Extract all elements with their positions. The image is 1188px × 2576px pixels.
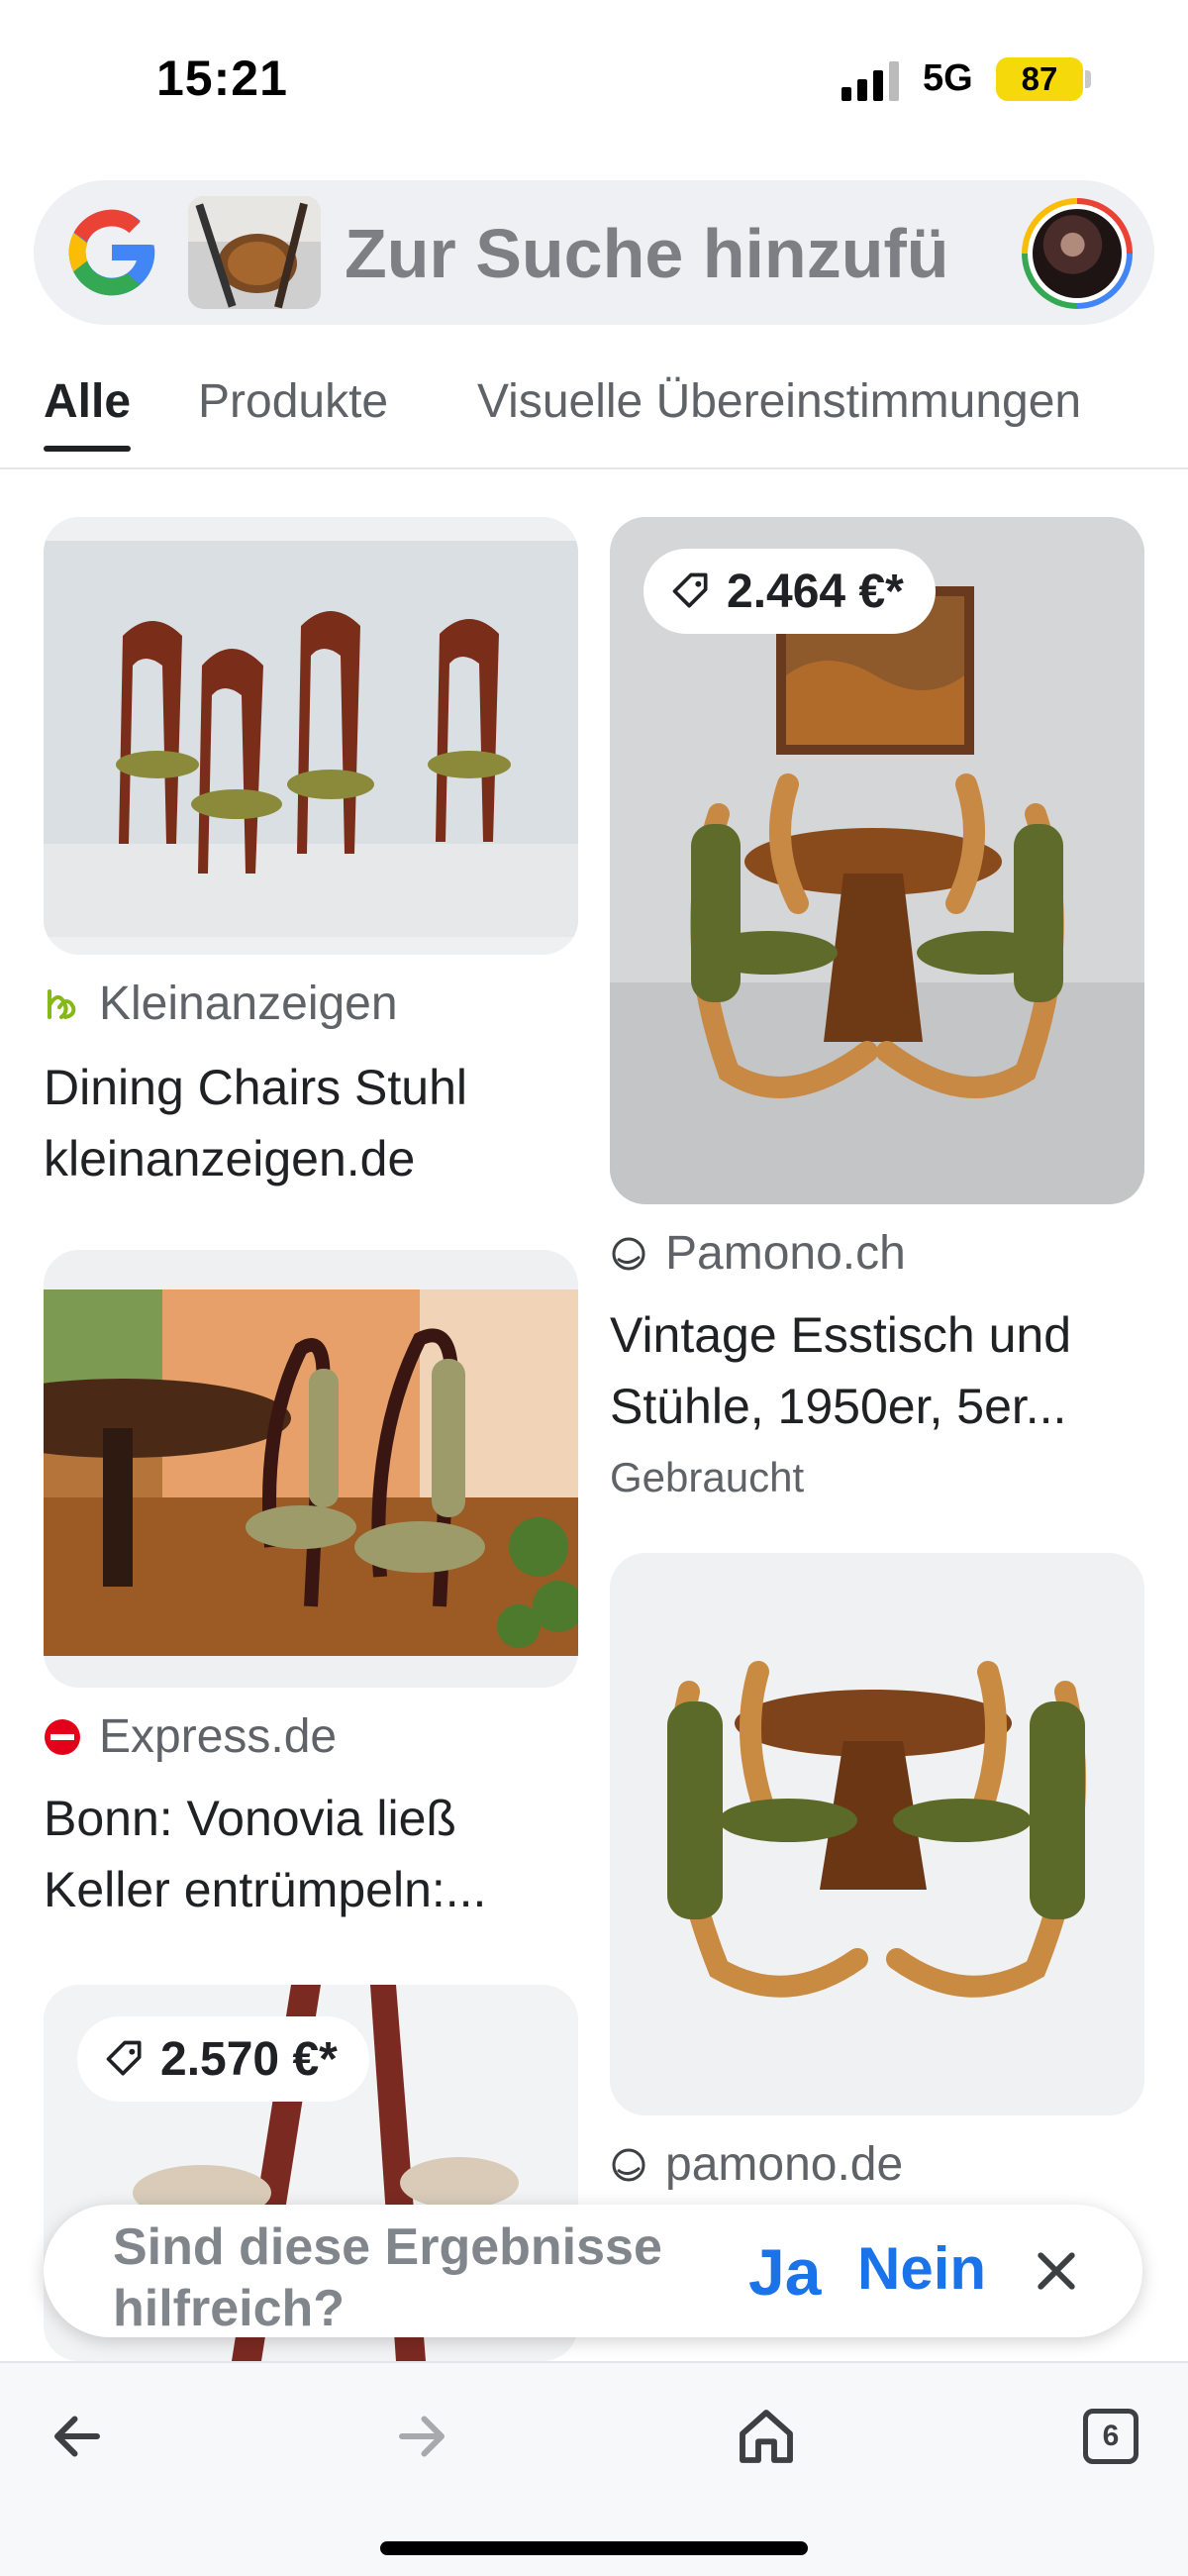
- search-bar[interactable]: Zur Suche hinzufü: [34, 180, 1154, 325]
- result-source-kleinanzeigen[interactable]: Kleinanzeigen: [44, 977, 398, 1031]
- avatar-photo: [1028, 204, 1127, 303]
- tab-produkte[interactable]: Produkte: [198, 374, 388, 429]
- search-input[interactable]: Zur Suche hinzufü: [345, 214, 1038, 293]
- tabs-divider: [0, 467, 1188, 469]
- tab-switcher-button[interactable]: 6: [1071, 2397, 1150, 2476]
- feedback-prompt: Sind diese Ergebnisse hilfreich? Ja Nein: [44, 2205, 1142, 2337]
- source-label: pamono.de: [665, 2138, 904, 2191]
- network-type: 5G: [923, 57, 973, 99]
- forward-arrow-icon: [399, 2416, 445, 2457]
- result-tabs: Alle Produkte Visuelle Übereinstimmungen: [0, 357, 1188, 456]
- price-value: 2.570 €*: [160, 2032, 338, 2086]
- result-title-express[interactable]: Bonn: Vonovia ließ Keller entrümpeln:...: [44, 1783, 578, 1925]
- status-bar: 15:21 5G 87: [0, 0, 1188, 158]
- status-time: 15:21: [156, 51, 288, 106]
- pamono-favicon-icon: [612, 2148, 645, 2181]
- home-indicator[interactable]: [380, 2541, 808, 2555]
- account-avatar[interactable]: [1022, 198, 1133, 309]
- tabs-scroll-fade: [1119, 357, 1188, 456]
- result-source-express[interactable]: Express.de: [44, 1709, 337, 1764]
- pamono-favicon-icon: [612, 1237, 645, 1270]
- source-label: Kleinanzeigen: [99, 978, 398, 1030]
- result-image-pamono-de[interactable]: [610, 1553, 1144, 2115]
- battery-indicator: 87: [996, 57, 1083, 101]
- result-source-pamono-de[interactable]: pamono.de: [610, 2137, 903, 2192]
- active-tab-indicator: [44, 446, 131, 452]
- price-tag-partial: 2.570 €*: [77, 2016, 369, 2102]
- price-tag-pamono-ch: 2.464 €*: [644, 549, 936, 634]
- back-arrow-icon: [54, 2416, 100, 2457]
- price-value: 2.464 €*: [727, 565, 904, 618]
- kleinanzeigen-favicon-icon: [48, 988, 76, 1019]
- feedback-yes-button[interactable]: Ja: [748, 2234, 821, 2310]
- feedback-no-button[interactable]: Nein: [857, 2234, 986, 2303]
- cellular-signal-icon: [842, 61, 899, 101]
- home-icon: [740, 2410, 793, 2463]
- search-image-thumbnail[interactable]: [188, 196, 321, 309]
- source-label: Pamono.ch: [665, 1227, 906, 1280]
- result-title-kleinanzeigen[interactable]: Dining Chairs Stuhl kleinanzeigen.de: [44, 1052, 578, 1194]
- result-title-pamono-ch[interactable]: Vintage Esstisch und Stühle, 1950er, 5er…: [610, 1299, 1144, 1442]
- tab-count: 6: [1083, 2409, 1138, 2464]
- close-icon[interactable]: [1030, 2244, 1083, 2298]
- source-label: Express.de: [99, 1710, 338, 1763]
- tab-alle[interactable]: Alle: [44, 374, 131, 429]
- express-favicon-icon: [45, 1718, 80, 1755]
- google-logo-icon[interactable]: [59, 200, 164, 305]
- battery-nub: [1085, 70, 1091, 88]
- tag-icon: [106, 2040, 142, 2076]
- home-button[interactable]: [727, 2397, 806, 2476]
- result-image-kleinanzeigen[interactable]: [44, 517, 578, 955]
- forward-button[interactable]: [382, 2397, 461, 2476]
- result-source-pamono-ch[interactable]: Pamono.ch: [610, 1226, 906, 1281]
- back-button[interactable]: [38, 2397, 117, 2476]
- feedback-question: Sind diese Ergebnisse hilfreich?: [113, 2218, 662, 2337]
- result-image-express[interactable]: [44, 1250, 578, 1688]
- tab-visuelle-uebereinstimmungen[interactable]: Visuelle Übereinstimmungen: [477, 374, 1081, 429]
- tag-icon: [672, 572, 708, 608]
- result-condition: Gebraucht: [610, 1454, 805, 1500]
